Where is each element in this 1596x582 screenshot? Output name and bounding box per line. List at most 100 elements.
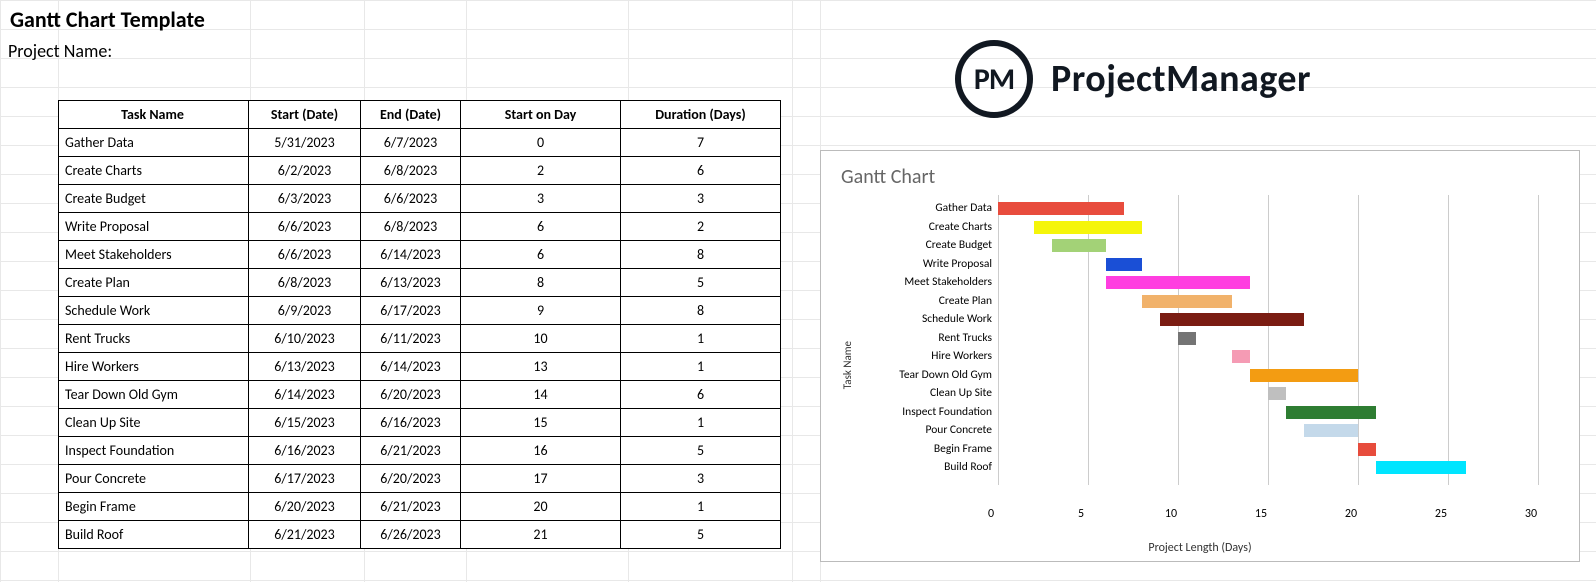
y-tick-label: Create Budget [858,236,998,255]
chart-bar [1052,239,1106,252]
y-tick-label: Write Proposal [858,255,998,274]
x-tick-label: 20 [1345,507,1357,521]
cell-start-on-day: 2 [461,157,621,185]
chart-bar [1232,350,1250,363]
page-title: Gantt Chart Template [10,6,205,33]
cell-start-on-day: 17 [461,465,621,493]
cell-start: 6/16/2023 [249,437,361,465]
cell-end: 6/7/2023 [361,129,461,157]
cell-task: Create Charts [59,157,249,185]
cell-start: 6/20/2023 [249,493,361,521]
cell-task: Begin Frame [59,493,249,521]
cell-start: 6/8/2023 [249,269,361,297]
brand-name: ProjectManager [1051,56,1311,102]
chart-bar [1304,424,1358,437]
pm-circle-icon: PM [955,40,1033,118]
chart-bar-row [998,292,1559,311]
cell-duration: 6 [621,381,781,409]
cell-start: 6/9/2023 [249,297,361,325]
cell-task: Create Budget [59,185,249,213]
chart-bar [998,202,1124,215]
cell-start: 5/31/2023 [249,129,361,157]
cell-start-on-day: 10 [461,325,621,353]
chart-bar-row [998,384,1559,403]
cell-task: Clean Up Site [59,409,249,437]
x-tick-label: 25 [1435,507,1447,521]
cell-start-on-day: 21 [461,521,621,549]
col-header-start: Start (Date) [249,101,361,129]
cell-start-on-day: 14 [461,381,621,409]
table-row: Build Roof6/21/20236/26/2023215 [59,521,781,549]
x-tick-label: 15 [1255,507,1267,521]
table-header-row: Task Name Start (Date) End (Date) Start … [59,101,781,129]
pm-icon-text: PM [974,61,1014,98]
cell-start-on-day: 15 [461,409,621,437]
cell-start: 6/14/2023 [249,381,361,409]
cell-end: 6/26/2023 [361,521,461,549]
chart-bar-row [998,440,1559,459]
cell-end: 6/8/2023 [361,157,461,185]
chart-bar-row [998,347,1559,366]
cell-task: Build Roof [59,521,249,549]
table-row: Write Proposal6/6/20236/8/202362 [59,213,781,241]
table-row: Meet Stakeholders6/6/20236/14/202368 [59,241,781,269]
table-row: Pour Concrete6/17/20236/20/2023173 [59,465,781,493]
chart-bar [1178,332,1196,345]
cell-start: 6/13/2023 [249,353,361,381]
chart-bar-row [998,366,1559,385]
y-tick-label: Create Charts [858,218,998,237]
x-tick-label: 5 [1078,507,1084,521]
brand-logo: PM ProjectManager [955,40,1311,118]
cell-task: Hire Workers [59,353,249,381]
cell-duration: 1 [621,353,781,381]
cell-end: 6/16/2023 [361,409,461,437]
cell-start: 6/6/2023 [249,213,361,241]
y-tick-label: Gather Data [858,199,998,218]
chart-title: Gantt Chart [841,165,1559,189]
cell-end: 6/8/2023 [361,213,461,241]
chart-bar-row [998,236,1559,255]
chart-bar [1286,406,1376,419]
chart-bar [1250,369,1358,382]
table-row: Rent Trucks6/10/20236/11/2023101 [59,325,781,353]
cell-duration: 5 [621,269,781,297]
y-tick-label: Schedule Work [858,310,998,329]
cell-duration: 2 [621,213,781,241]
cell-start: 6/15/2023 [249,409,361,437]
cell-start-on-day: 20 [461,493,621,521]
cell-start: 6/3/2023 [249,185,361,213]
table-row: Create Plan6/8/20236/13/202385 [59,269,781,297]
cell-task: Gather Data [59,129,249,157]
cell-duration: 1 [621,325,781,353]
cell-end: 6/21/2023 [361,493,461,521]
table-row: Hire Workers6/13/20236/14/2023131 [59,353,781,381]
chart-bar [1142,295,1232,308]
cell-duration: 1 [621,409,781,437]
cell-task: Schedule Work [59,297,249,325]
task-table: Task Name Start (Date) End (Date) Start … [58,100,781,549]
y-tick-label: Tear Down Old Gym [858,366,998,385]
cell-task: Rent Trucks [59,325,249,353]
col-header-end: End (Date) [361,101,461,129]
chart-bar [1106,276,1250,289]
y-tick-label: Meet Stakeholders [858,273,998,292]
table-row: Tear Down Old Gym6/14/20236/20/2023146 [59,381,781,409]
cell-duration: 1 [621,493,781,521]
cell-start: 6/21/2023 [249,521,361,549]
cell-start-on-day: 16 [461,437,621,465]
x-tick-label: 0 [988,507,994,521]
chart-bar-row [998,403,1559,422]
cell-end: 6/20/2023 [361,381,461,409]
chart-bar [1160,313,1304,326]
cell-end: 6/17/2023 [361,297,461,325]
cell-duration: 5 [621,437,781,465]
cell-end: 6/6/2023 [361,185,461,213]
cell-task: Pour Concrete [59,465,249,493]
y-tick-label: Create Plan [858,292,998,311]
chart-bar-row [998,273,1559,292]
cell-task: Create Plan [59,269,249,297]
chart-bar [1106,258,1142,271]
cell-start-on-day: 0 [461,129,621,157]
cell-end: 6/21/2023 [361,437,461,465]
chart-bar [1376,461,1466,474]
